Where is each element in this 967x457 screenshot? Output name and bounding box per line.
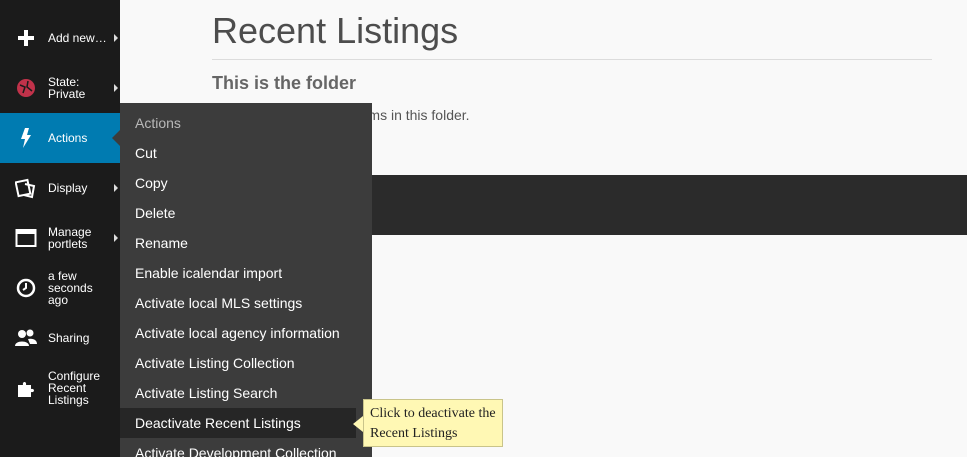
toolbar-history[interactable]: a few seconds ago (0, 263, 120, 313)
chevron-right-icon (114, 234, 118, 242)
tooltip-line-1: Click to deactivate the (370, 406, 496, 421)
menu-item-activate-listing-collection[interactable]: Activate Listing Collection (120, 348, 372, 378)
tooltip: Click to deactivate the Recent Listings (363, 399, 503, 447)
toolbar-sharing[interactable]: Sharing (0, 313, 120, 363)
toolbar-actions-label: Actions (48, 131, 88, 145)
toolbar-display[interactable]: Display (0, 163, 120, 213)
portlets-icon (14, 226, 38, 250)
title-divider (212, 59, 932, 60)
display-icon (14, 176, 38, 200)
toolbar-actions[interactable]: Actions (0, 113, 120, 163)
toolbar-add-new[interactable]: Add new… (0, 13, 120, 63)
toolbar-manage-portlets-label: Manage portlets (48, 225, 92, 251)
menu-item-copy[interactable]: Copy (120, 168, 372, 198)
chevron-right-icon (114, 84, 118, 92)
lightning-icon (14, 126, 38, 150)
menu-item-cut[interactable]: Cut (120, 138, 372, 168)
menu-item-delete[interactable]: Delete (120, 198, 372, 228)
menu-item-activate-listing-search[interactable]: Activate Listing Search (120, 378, 372, 408)
state-icon (14, 76, 38, 100)
menu-item-activate-development-collection[interactable]: Activate Development Collection (120, 438, 372, 457)
toolbar-state[interactable]: State: Private (0, 63, 120, 113)
toolbar-history-label: a few seconds ago (48, 269, 93, 307)
menu-item-enable-icalendar[interactable]: Enable icalendar import (120, 258, 372, 288)
clock-icon (14, 276, 38, 300)
toolbar-state-label: State: Private (48, 75, 86, 101)
menu-item-deactivate-recent-listings[interactable]: Deactivate Recent Listings (120, 408, 356, 438)
toolbar-manage-portlets[interactable]: Manage portlets (0, 213, 120, 263)
toolbar-add-new-label: Add new… (48, 31, 107, 45)
plus-icon (14, 26, 38, 50)
actions-menu: Actions Cut Copy Delete Rename Enable ic… (120, 103, 372, 457)
toolbar-sharing-label: Sharing (48, 331, 90, 345)
menu-item-activate-agency-info[interactable]: Activate local agency information (120, 318, 372, 348)
menu-item-activate-mls-settings[interactable]: Activate local MLS settings (120, 288, 372, 318)
chevron-right-icon (114, 34, 118, 42)
puzzle-icon (14, 376, 38, 400)
page-title: Recent Listings (212, 10, 459, 51)
toolbar-configure[interactable]: Configure Recent Listings (0, 363, 120, 413)
tooltip-arrow (353, 416, 363, 432)
actions-menu-header: Actions (135, 115, 181, 131)
folder-description: This is the folder (212, 73, 357, 93)
toolbar-display-label: Display (48, 181, 88, 195)
tooltip-line-2: Recent Listings (370, 426, 458, 441)
toolbar-configure-label: Configure Recent Listings (48, 369, 101, 407)
users-icon (14, 326, 38, 350)
menu-item-rename[interactable]: Rename (120, 228, 372, 258)
chevron-right-icon (114, 184, 118, 192)
edit-toolbar: Add new… State: Private Actions Display … (0, 0, 120, 457)
